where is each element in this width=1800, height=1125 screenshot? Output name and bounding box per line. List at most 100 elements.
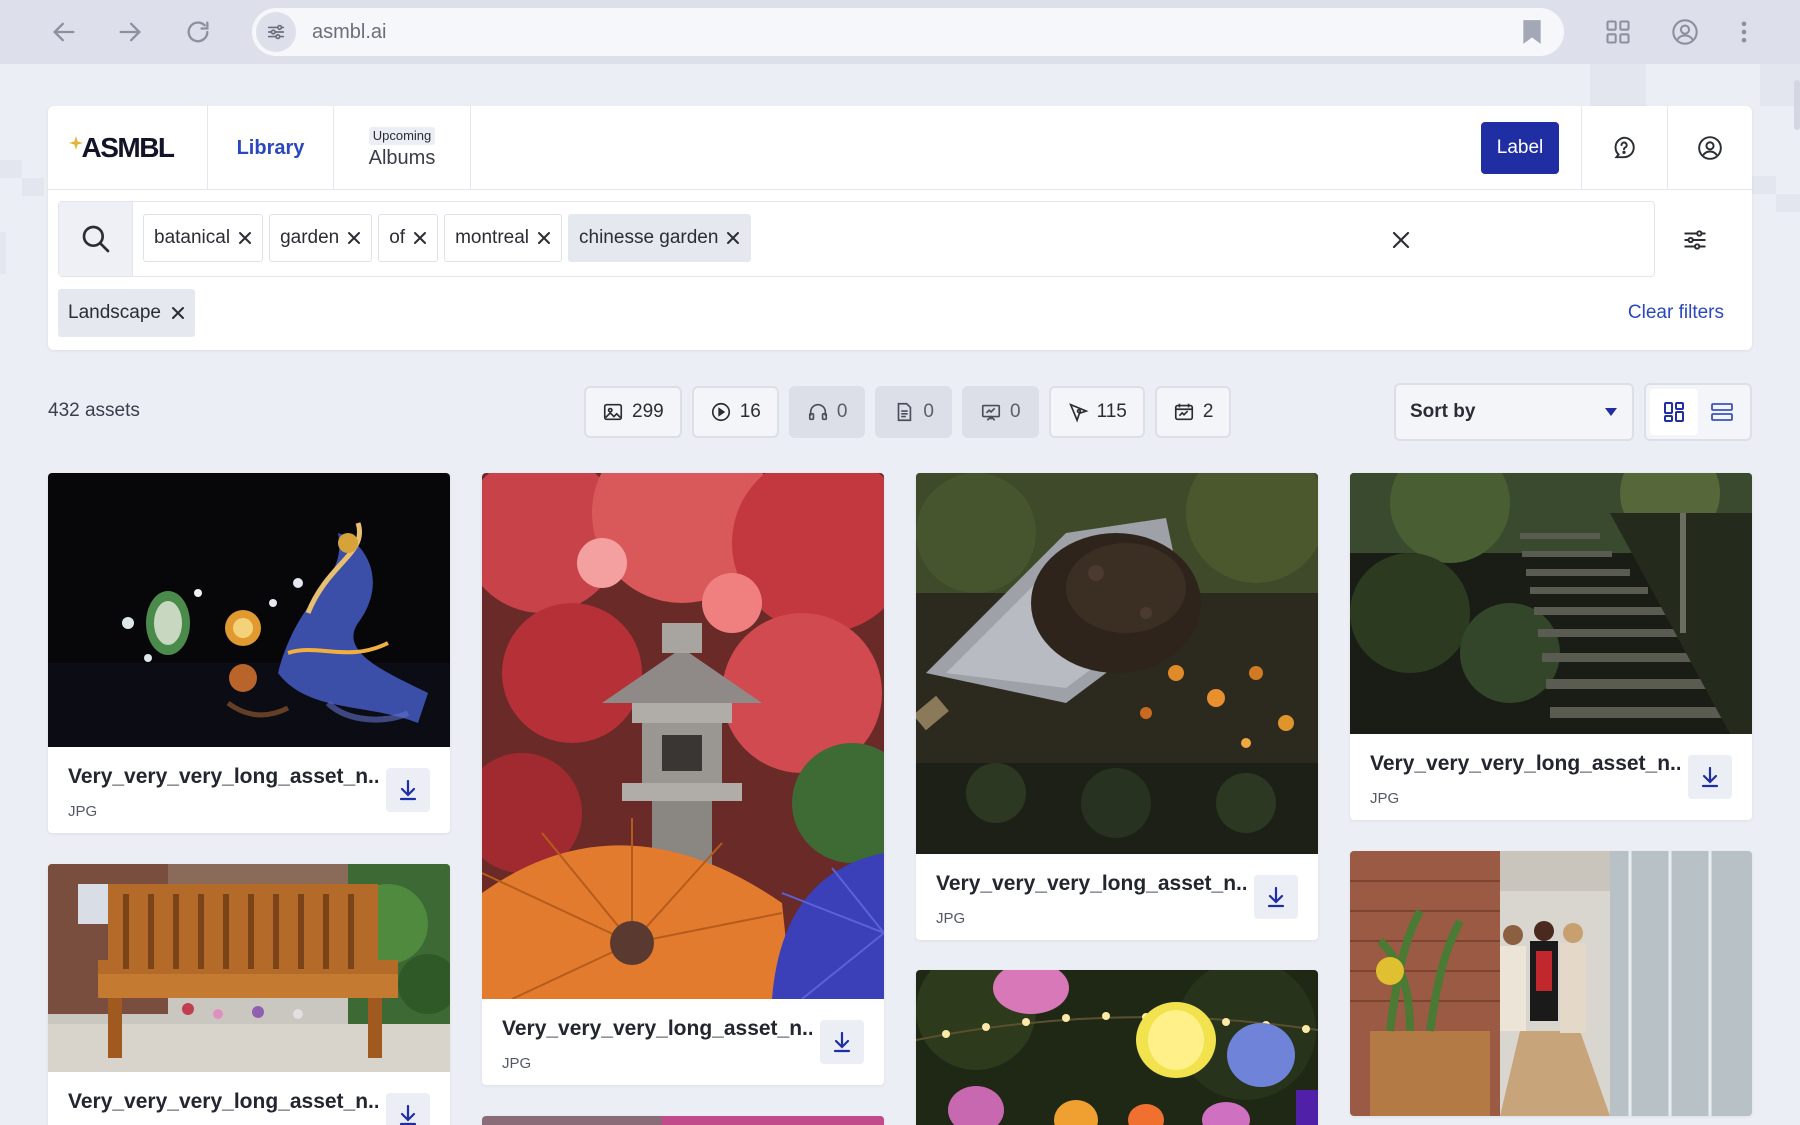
garden-trowel-image <box>916 473 1318 854</box>
asset-card[interactable] <box>916 970 1318 1125</box>
label-button[interactable]: Label <box>1481 122 1559 174</box>
decor-pixel <box>1590 64 1646 106</box>
search-chip[interactable]: montreal <box>444 214 563 262</box>
decor-pixel <box>0 160 22 178</box>
asset-thumbnail[interactable] <box>482 473 884 999</box>
asset-name[interactable]: Very_very_very_long_asset_n... <box>936 872 1246 896</box>
presentation-icon <box>981 404 1001 421</box>
asset-file-type: JPG <box>68 803 98 820</box>
clear-search-button[interactable] <box>1381 220 1421 260</box>
download-button[interactable] <box>1688 755 1732 799</box>
clear-filters-link[interactable]: Clear filters <box>1628 302 1724 324</box>
filter-count: 299 <box>632 401 664 422</box>
asset-card[interactable]: Very_very_very_long_asset_n... JPG <box>48 473 450 833</box>
filter-templates[interactable]: 2 <box>1154 386 1232 438</box>
asset-name[interactable]: Very_very_very_long_asset_n... <box>68 765 378 789</box>
search-chip-label: montreal <box>455 227 530 248</box>
filter-audio[interactable]: 0 <box>788 386 866 438</box>
browser-toolbar: asmbl.ai <box>0 0 1800 64</box>
filter-vectors[interactable]: 115 <box>1048 386 1145 438</box>
tab-library[interactable]: Library <box>208 106 334 190</box>
grid-view-button[interactable] <box>1650 389 1698 435</box>
download-button[interactable] <box>386 1093 430 1125</box>
download-icon <box>833 1031 851 1053</box>
logo-wordmark: ASMBL <box>69 132 175 164</box>
close-icon[interactable] <box>347 231 361 245</box>
page-scrollbar[interactable] <box>1794 80 1800 130</box>
asset-thumbnail[interactable] <box>916 970 1318 1125</box>
download-button[interactable] <box>820 1020 864 1064</box>
close-icon[interactable] <box>413 231 427 245</box>
asset-meta: Very_very_very_long_asset_n... JPG <box>916 854 1318 940</box>
wooden-bench-image <box>48 864 450 1072</box>
video-icon <box>711 402 730 422</box>
search-chip-label: batanical <box>154 227 231 248</box>
sort-label: Sort by <box>1410 401 1476 422</box>
tab-library-label: Library <box>236 136 305 159</box>
asset-card[interactable] <box>1350 851 1752 1116</box>
close-icon[interactable] <box>171 306 185 320</box>
filter-chip-landscape[interactable]: Landscape <box>58 289 195 337</box>
browser-menu-button[interactable] <box>1724 12 1764 52</box>
asset-name[interactable]: Very_very_very_long_asset_n... <box>502 1017 812 1041</box>
filter-documents[interactable]: 0 <box>875 386 952 438</box>
document-icon <box>898 402 912 422</box>
search-chip[interactable]: of <box>378 214 439 262</box>
search-chip-label: of <box>389 227 406 248</box>
search-chip[interactable]: batanical <box>143 214 264 262</box>
tab-albums-label: Albums <box>368 146 436 169</box>
help-icon <box>1614 136 1635 159</box>
asset-thumbnail[interactable] <box>1350 473 1752 734</box>
search-button[interactable] <box>59 202 133 276</box>
sort-dropdown[interactable]: Sort by <box>1394 383 1634 441</box>
download-button[interactable] <box>386 768 430 812</box>
site-settings-button[interactable] <box>256 12 296 52</box>
back-button[interactable] <box>44 12 84 52</box>
search-chip-active[interactable]: chinesse garden <box>568 214 752 262</box>
extensions-button[interactable] <box>1598 12 1638 52</box>
profile-button[interactable] <box>1665 12 1705 52</box>
asset-card[interactable]: Very_very_very_long_asset_n... JPG <box>482 473 884 1085</box>
logo-text: ASMBL <box>81 132 175 163</box>
search-icon <box>82 225 109 253</box>
address-bar[interactable]: asmbl.ai <box>252 8 1564 56</box>
search-bar[interactable]: batanical garden of montreal chinesse ga… <box>58 201 1655 277</box>
asset-thumbnail[interactable] <box>48 473 450 747</box>
asset-thumbnail[interactable] <box>916 473 1318 854</box>
filter-presentations[interactable]: 0 <box>962 386 1039 438</box>
filter-count: 0 <box>1010 401 1021 422</box>
forward-button[interactable] <box>110 12 150 52</box>
view-toggle <box>1644 383 1752 441</box>
asset-card[interactable]: Very_very_very_long_asset_n... JPG <box>48 864 450 1125</box>
filter-videos[interactable]: 16 <box>691 386 779 438</box>
filters-button[interactable] <box>1675 220 1715 260</box>
close-icon[interactable] <box>537 231 551 245</box>
asset-thumbnail[interactable] <box>48 864 450 1072</box>
asset-name[interactable]: Very_very_very_long_asset_n... <box>1370 752 1680 776</box>
download-button[interactable] <box>1254 875 1298 919</box>
asset-card[interactable]: Very_very_very_long_asset_n... JPG <box>1350 473 1752 820</box>
asset-thumbnail[interactable] <box>1350 851 1752 1116</box>
tab-albums[interactable]: Upcoming Albums <box>334 106 471 190</box>
asset-name[interactable]: Very_very_very_long_asset_n... <box>68 1090 378 1114</box>
url-text[interactable]: asmbl.ai <box>312 21 1512 44</box>
asset-meta: Very_very_very_long_asset_n... JPG <box>48 747 450 833</box>
bookmark-button[interactable] <box>1512 12 1552 52</box>
arrow-left-icon <box>53 22 75 42</box>
asset-card-partial[interactable] <box>482 1116 884 1125</box>
asset-card[interactable]: Very_very_very_long_asset_n... JPG <box>916 473 1318 940</box>
close-icon[interactable] <box>238 231 252 245</box>
asset-file-type: JPG <box>502 1055 532 1072</box>
search-chip[interactable]: garden <box>269 214 373 262</box>
help-button[interactable] <box>1581 106 1666 190</box>
tune-icon <box>267 24 285 40</box>
logo[interactable]: ASMBL <box>48 106 208 190</box>
list-view-button[interactable] <box>1698 389 1746 435</box>
filter-images[interactable]: 299 <box>584 386 682 438</box>
sparkle-icon <box>69 136 84 150</box>
close-icon[interactable] <box>726 231 740 245</box>
asset-count: 432 assets <box>48 400 140 421</box>
user-account-button[interactable] <box>1667 106 1752 190</box>
reload-button[interactable] <box>178 12 218 52</box>
upcoming-badge: Upcoming <box>368 126 436 145</box>
